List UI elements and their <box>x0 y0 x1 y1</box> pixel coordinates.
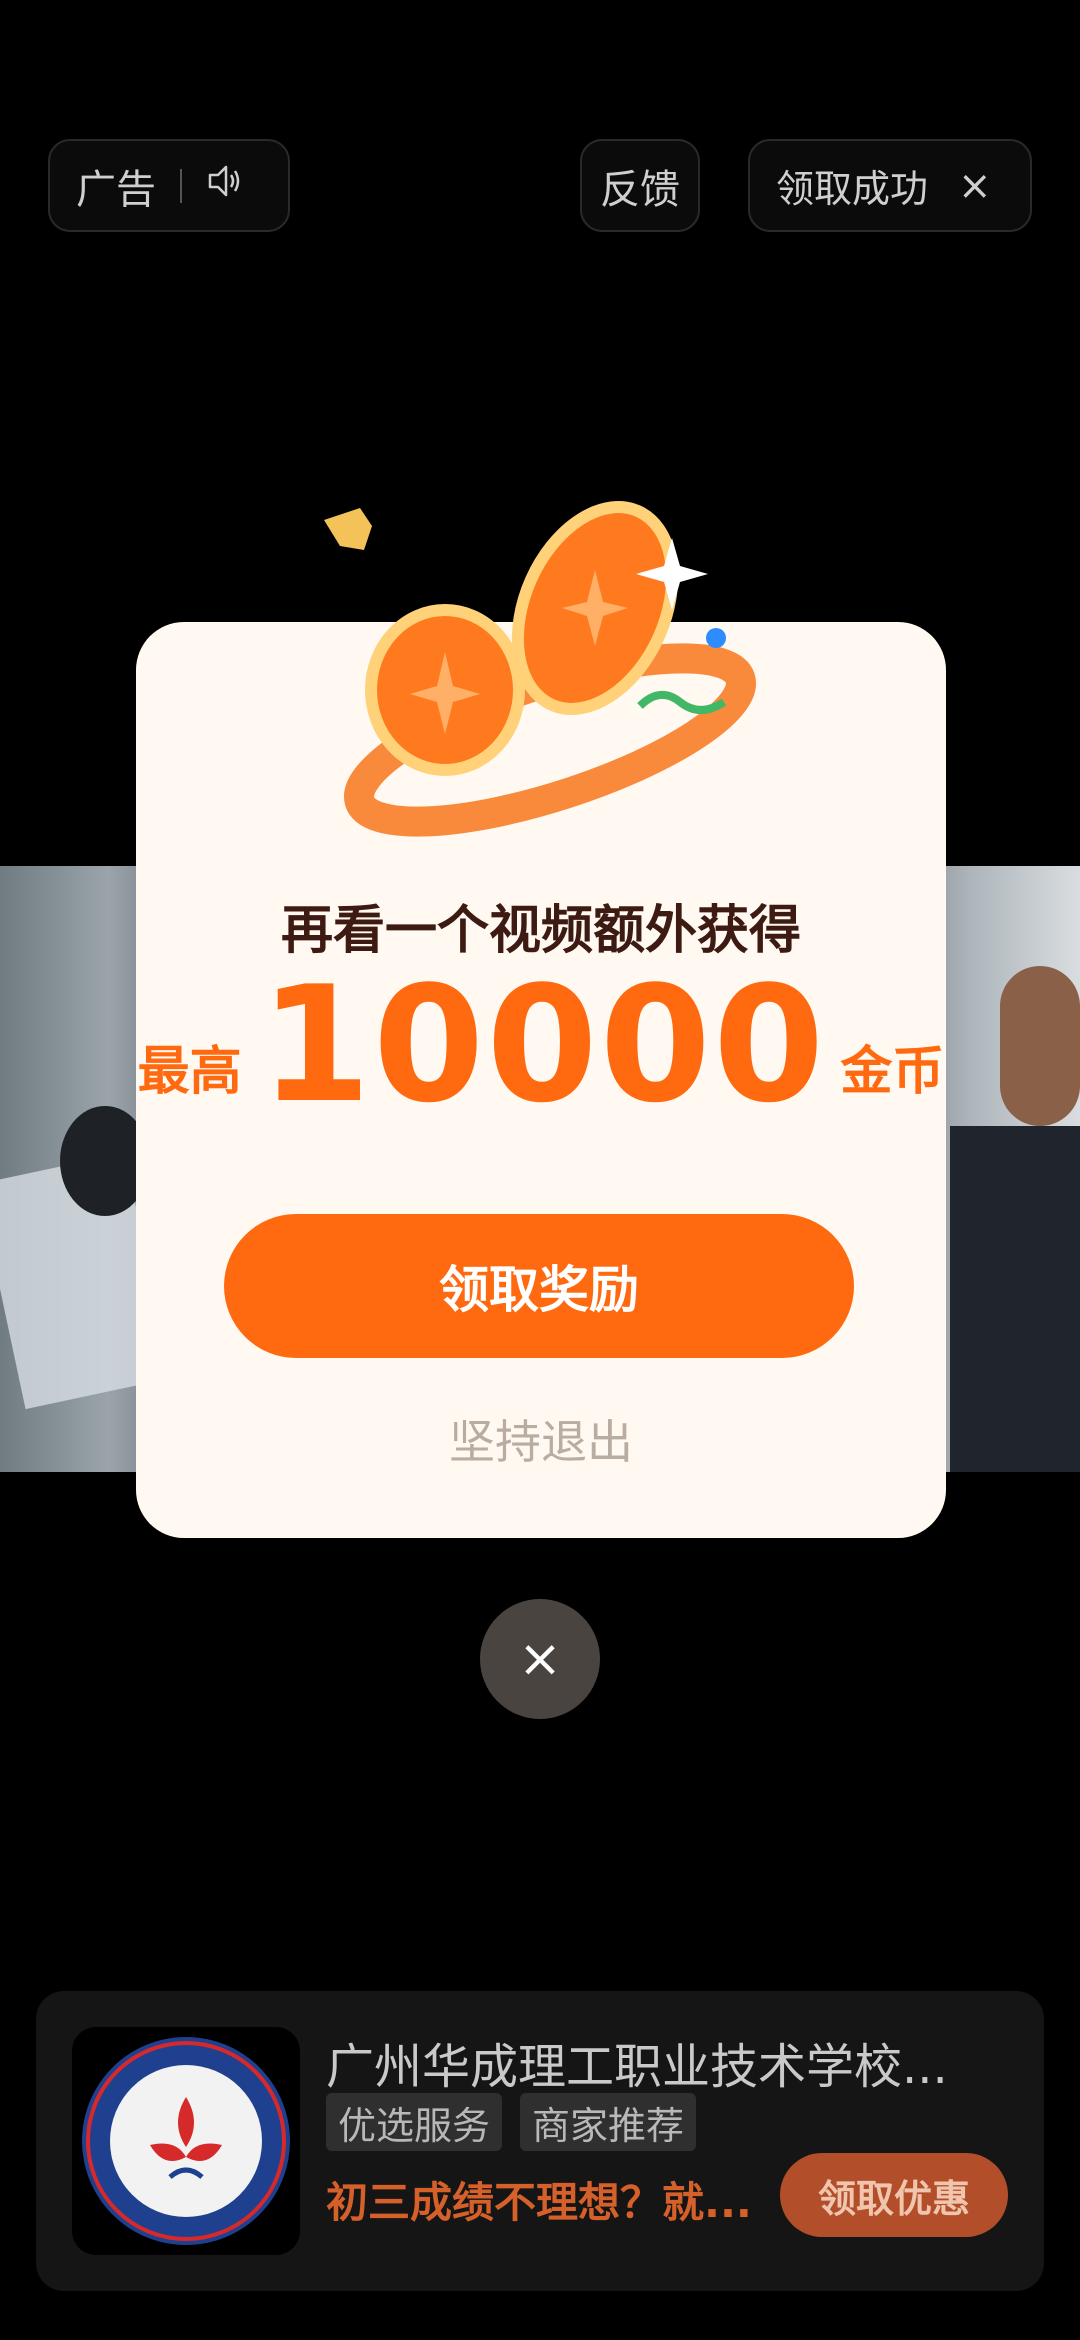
reward-unit: 金币 <box>840 1042 945 1102</box>
close-icon[interactable]: × <box>958 163 992 209</box>
ad-description: 初三成绩不理想？就... <box>326 2178 752 2227</box>
reward-prefix: 最高 <box>137 1042 242 1102</box>
feedback-button[interactable]: 反馈 <box>580 139 700 232</box>
speaker-icon[interactable] <box>204 161 244 211</box>
divider <box>180 168 182 203</box>
claimed-label: 领取成功 <box>776 167 929 211</box>
reward-amount: 最高 10000 金币 <box>136 960 946 1130</box>
video-person-right <box>1000 966 1080 1126</box>
coins-illustration <box>324 501 756 837</box>
claimed-close-button[interactable]: 领取成功 × <box>748 139 1032 232</box>
ticket-decoration <box>324 508 372 550</box>
dot-decoration <box>706 628 726 648</box>
ad-mute-pill: 广告 <box>48 139 290 232</box>
ad-label: 广告 <box>76 166 156 213</box>
reward-number: 10000 <box>259 951 827 1138</box>
ad-tag-recommended: 商家推荐 <box>520 2093 697 2151</box>
ad-card[interactable]: 广州华成理工职业技术学校... 优选服务 商家推荐 初三成绩不理想？就... 领… <box>36 1991 1044 2291</box>
school-logo <box>72 2027 300 2255</box>
dialog-close-button[interactable]: × <box>480 1599 600 1719</box>
squiggle-decoration <box>637 691 727 714</box>
claim-reward-button[interactable]: 领取奖励 <box>224 1214 854 1358</box>
feedback-label: 反馈 <box>600 166 680 213</box>
get-discount-button[interactable]: 领取优惠 <box>780 2153 1008 2237</box>
ad-tag-preferred: 优选服务 <box>326 2093 503 2151</box>
ad-title: 广州华成理工职业技术学校... <box>326 2039 948 2095</box>
video-jacket <box>950 1126 1080 1472</box>
close-icon: × <box>518 1629 562 1689</box>
quit-link[interactable]: 坚持退出 <box>136 1406 946 1472</box>
